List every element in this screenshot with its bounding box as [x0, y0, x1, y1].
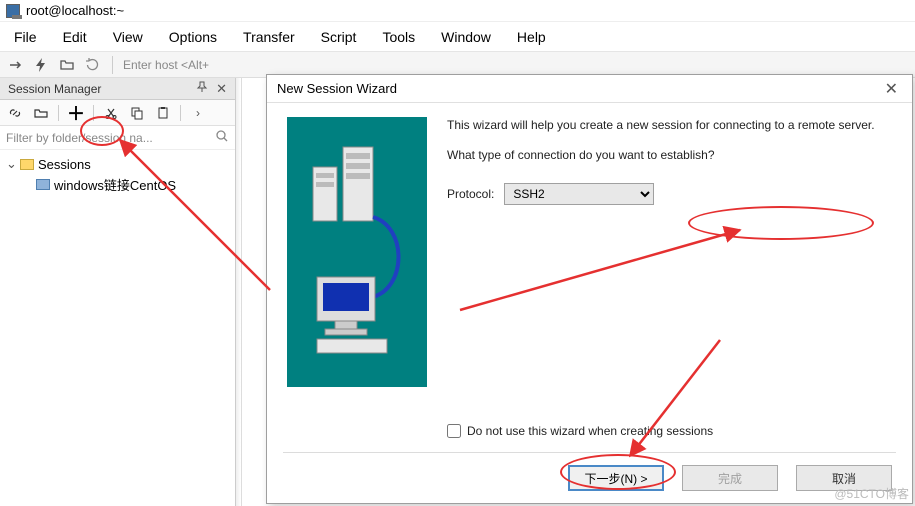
wizard-illustration: [287, 117, 427, 387]
dialog-buttons: 下一步(N) > 完成 取消: [267, 453, 912, 503]
toolbar-separator: [112, 56, 113, 74]
search-icon[interactable]: [215, 129, 229, 146]
menu-bar: File Edit View Options Transfer Script T…: [0, 22, 915, 52]
session-toolbar: ＋ ›: [0, 100, 235, 126]
menu-options[interactable]: Options: [169, 29, 217, 45]
menu-transfer[interactable]: Transfer: [243, 29, 295, 45]
wizard-intro: This wizard will help you create a new s…: [447, 117, 892, 133]
folder-open-icon[interactable]: [32, 104, 50, 122]
session-manager-panel: Session Manager ✕ ＋: [0, 78, 236, 506]
menu-help[interactable]: Help: [517, 29, 546, 45]
wizard-question: What type of connection do you want to e…: [447, 147, 892, 163]
session-icon: [36, 179, 50, 190]
tree-item[interactable]: windows链接CentOS: [6, 174, 229, 194]
menu-tools[interactable]: Tools: [382, 29, 415, 45]
connect-icon[interactable]: [6, 56, 24, 74]
refresh-icon[interactable]: [84, 56, 102, 74]
menu-script[interactable]: Script: [321, 29, 357, 45]
new-session-wizard-dialog: New Session Wizard ✕: [266, 74, 913, 504]
skip-wizard-label: Do not use this wizard when creating ses…: [467, 424, 713, 438]
protocol-label: Protocol:: [447, 187, 494, 201]
host-input-hint[interactable]: Enter host <Alt+: [123, 58, 209, 72]
menu-view[interactable]: View: [113, 29, 143, 45]
cancel-button[interactable]: 取消: [796, 465, 892, 491]
folder-icon[interactable]: [58, 56, 76, 74]
window-title: root@localhost:~: [26, 3, 124, 18]
session-sep-3: [180, 105, 181, 121]
link-icon[interactable]: [6, 104, 24, 122]
session-panel-titlebar: Session Manager ✕: [0, 78, 235, 100]
session-panel-title: Session Manager: [8, 82, 101, 96]
next-button[interactable]: 下一步(N) >: [568, 465, 664, 491]
dialog-title: New Session Wizard: [277, 81, 397, 96]
app-titlebar: root@localhost:~: [0, 0, 915, 22]
cut-icon[interactable]: [102, 104, 120, 122]
session-tree: ⌄ Sessions windows链接CentOS: [0, 150, 235, 198]
session-filter-row[interactable]: Filter by folder/session na...: [0, 126, 235, 150]
app-icon: [6, 4, 20, 18]
pin-icon[interactable]: [196, 81, 208, 96]
tree-root[interactable]: ⌄ Sessions: [6, 154, 229, 174]
folder-icon: [20, 159, 34, 170]
session-sep-2: [93, 105, 94, 121]
menu-file[interactable]: File: [14, 29, 37, 45]
paste-icon[interactable]: [154, 104, 172, 122]
new-session-icon[interactable]: ＋: [67, 104, 85, 122]
lightning-icon[interactable]: [32, 56, 50, 74]
tree-caret-icon[interactable]: ⌄: [6, 156, 16, 172]
menu-window[interactable]: Window: [441, 29, 491, 45]
copy-icon[interactable]: [128, 104, 146, 122]
dialog-titlebar: New Session Wizard ✕: [267, 75, 912, 103]
close-panel-icon[interactable]: ✕: [216, 81, 227, 97]
session-sep-1: [58, 105, 59, 121]
skip-wizard-checkbox[interactable]: [447, 424, 461, 438]
tree-item-label: windows链接CentOS: [54, 175, 176, 194]
tree-root-label: Sessions: [38, 157, 91, 172]
chevron-right-icon[interactable]: ›: [189, 104, 207, 122]
close-icon[interactable]: ✕: [881, 79, 902, 99]
menu-edit[interactable]: Edit: [63, 29, 87, 45]
protocol-select[interactable]: SSH2: [504, 183, 654, 205]
filter-placeholder: Filter by folder/session na...: [6, 131, 153, 145]
finish-button: 完成: [682, 465, 778, 491]
